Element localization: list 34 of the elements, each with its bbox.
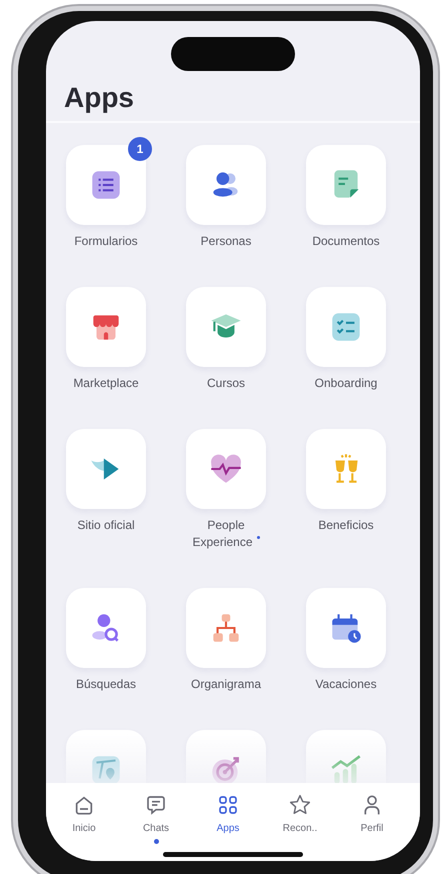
nav-tab[interactable]: Perfil <box>360 793 384 836</box>
app-label: Documentos <box>312 234 380 248</box>
app-label: Formularios <box>74 234 138 248</box>
nav-tab[interactable]: Apps <box>216 793 240 836</box>
app-label: Beneficios <box>318 518 374 532</box>
notification-badge: 1 <box>128 137 152 161</box>
app-label: People Experience <box>192 518 253 549</box>
app-label: Personas <box>200 234 252 248</box>
app-label: Organigrama <box>190 677 262 691</box>
app-tile[interactable] <box>186 145 266 225</box>
app-label: Marketplace <box>73 376 139 390</box>
app-tile[interactable] <box>186 588 266 668</box>
app-tile[interactable] <box>66 588 146 668</box>
nav-tab[interactable]: Inicio <box>72 793 96 836</box>
app-tile[interactable] <box>186 287 266 367</box>
app-label: Sitio oficial <box>77 518 135 532</box>
app-label: Búsquedas <box>76 677 136 691</box>
app-label: Cursos <box>206 376 245 390</box>
app-label: Vacaciones <box>315 677 377 691</box>
app-tile[interactable] <box>66 287 146 367</box>
app-tile[interactable] <box>306 429 386 509</box>
app-tile[interactable] <box>306 588 386 668</box>
app-tile[interactable] <box>306 145 386 225</box>
app-tile[interactable] <box>306 287 386 367</box>
app-tile[interactable] <box>66 145 146 225</box>
app-tile[interactable] <box>66 429 146 509</box>
chat-icon <box>144 793 168 817</box>
star-icon <box>288 793 312 817</box>
grid-icon <box>216 793 240 817</box>
nav-tab[interactable]: Chats <box>142 793 170 836</box>
nav-tab[interactable]: Recon.. <box>282 793 318 836</box>
app-label: Onboarding <box>314 376 378 390</box>
page-title: Apps <box>63 81 135 115</box>
app-tile[interactable] <box>186 429 266 509</box>
